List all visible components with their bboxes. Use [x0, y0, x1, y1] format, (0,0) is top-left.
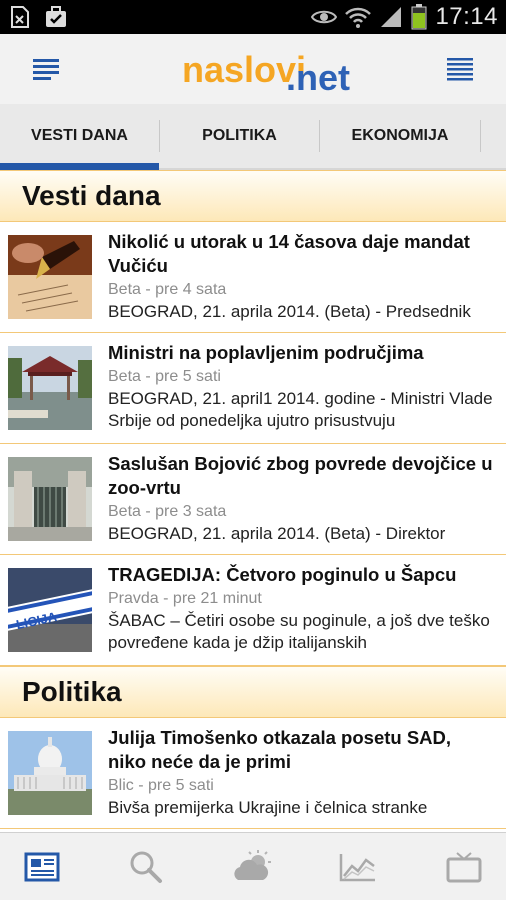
eye-icon — [311, 10, 338, 24]
article-source: Beta — [108, 503, 141, 520]
active-tab-indicator — [0, 163, 159, 170]
article-title: Julija Timošenko otkazala posetu SAD, ni… — [108, 727, 452, 772]
article-summary: BEOGRAD, 21. aprila 2014. (Beta) - Preds… — [108, 302, 471, 321]
tv-icon — [446, 852, 482, 883]
article-title: Saslušan Bojović zbog povrede devojčice … — [108, 453, 493, 498]
article-time: pre 21 minut — [172, 590, 262, 607]
clock: 17:14 — [435, 3, 498, 30]
section-header-vesti-dana: Vesti dana — [0, 170, 506, 222]
weather-icon — [234, 850, 271, 880]
chart-icon — [339, 854, 375, 882]
naslovi-logo: naslovi .net — [182, 49, 350, 98]
article-thumbnail-flooded-gazebo — [8, 346, 92, 430]
article-title: TRAGEDIJA: Četvoro poginulo u Šapcu — [108, 564, 457, 585]
article-source: Pravda — [108, 590, 159, 607]
tab-ekonomija[interactable]: EKONOMIJA — [320, 104, 480, 168]
tab-politika[interactable]: POLITIKA — [160, 104, 319, 168]
article-item[interactable]: Nikolić u utorak u 14 časova daje mandat… — [0, 222, 506, 333]
section-title: Politika — [22, 676, 122, 707]
nav-weather-button[interactable] — [224, 845, 284, 889]
article-source: Blic — [108, 777, 134, 794]
article-meta: Beta - pre 5 sati — [108, 368, 221, 385]
article-source: Beta — [108, 281, 141, 298]
battery-icon — [411, 4, 427, 30]
sections-menu-icon[interactable] — [26, 54, 66, 84]
wifi-icon — [345, 7, 372, 28]
article-item[interactable]: LICIJA TRAGEDIJA: Četvoro poginulo u Šap… — [0, 555, 506, 666]
article-source: Beta — [108, 368, 141, 385]
tab-divider — [480, 120, 481, 152]
article-time: pre 3 sata — [155, 503, 227, 520]
signal-icon — [381, 7, 402, 27]
article-title: Ministri na poplavljenim područjima — [108, 342, 424, 363]
article-item[interactable]: Julija Timošenko otkazala posetu SAD, ni… — [0, 718, 506, 829]
article-thumbnail-police-tape: LICIJA — [8, 568, 92, 652]
article-meta: Beta - pre 3 sata — [108, 503, 227, 520]
article-summary: Bivša premijerka Ukrajine i čelnica stra… — [108, 798, 428, 817]
nav-search-button[interactable] — [116, 845, 176, 889]
article-thumbnail-pen-writing — [8, 235, 92, 319]
article-thumbnail-capitol — [8, 731, 92, 815]
nav-tv-button[interactable] — [434, 845, 494, 889]
article-summary: ŠABAC – Četiri osobe su poginule, a još … — [108, 611, 490, 652]
status-bar: 17:14 — [0, 0, 506, 34]
article-time: pre 5 sati — [155, 368, 221, 385]
nav-news-button[interactable] — [12, 845, 72, 889]
article-summary: BEOGRAD, 21. april1 2014. godine - Minis… — [108, 389, 493, 430]
search-icon — [130, 851, 162, 883]
article-title: Nikolić u utorak u 14 časova daje mandat… — [108, 231, 470, 276]
article-time: pre 5 sati — [148, 777, 214, 794]
notification-file-icon — [11, 6, 29, 28]
article-time: pre 4 sata — [155, 281, 227, 298]
article-meta: Pravda - pre 21 minut — [108, 590, 262, 607]
tab-vesti-dana[interactable]: VESTI DANA — [0, 104, 159, 168]
news-feed[interactable]: Vesti dana Nikolić u utorak u 14 časova … — [0, 170, 506, 832]
news-icon — [24, 852, 60, 882]
article-meta: Beta - pre 4 sata — [108, 281, 227, 298]
article-summary: BEOGRAD, 21. aprila 2014. (Beta) - Direk… — [108, 524, 446, 543]
article-thumbnail-zoo-gate — [8, 457, 92, 541]
article-item[interactable]: Saslušan Bojović zbog povrede devojčice … — [0, 444, 506, 555]
app-bar: naslovi .net — [0, 34, 506, 104]
section-header-politika: Politika — [0, 666, 506, 718]
nav-markets-button[interactable] — [328, 845, 388, 889]
logo-text-net: .net — [286, 57, 350, 98]
bottom-navigation — [0, 832, 506, 900]
article-item[interactable]: Ministri na poplavljenim područjima Beta… — [0, 333, 506, 444]
options-menu-icon[interactable] — [440, 54, 480, 84]
section-title: Vesti dana — [22, 180, 161, 211]
category-tabs: VESTI DANA POLITIKA EKONOMIJA — [0, 104, 506, 170]
article-meta: Blic - pre 5 sati — [108, 777, 214, 794]
notification-briefcase-check-icon — [46, 6, 66, 27]
